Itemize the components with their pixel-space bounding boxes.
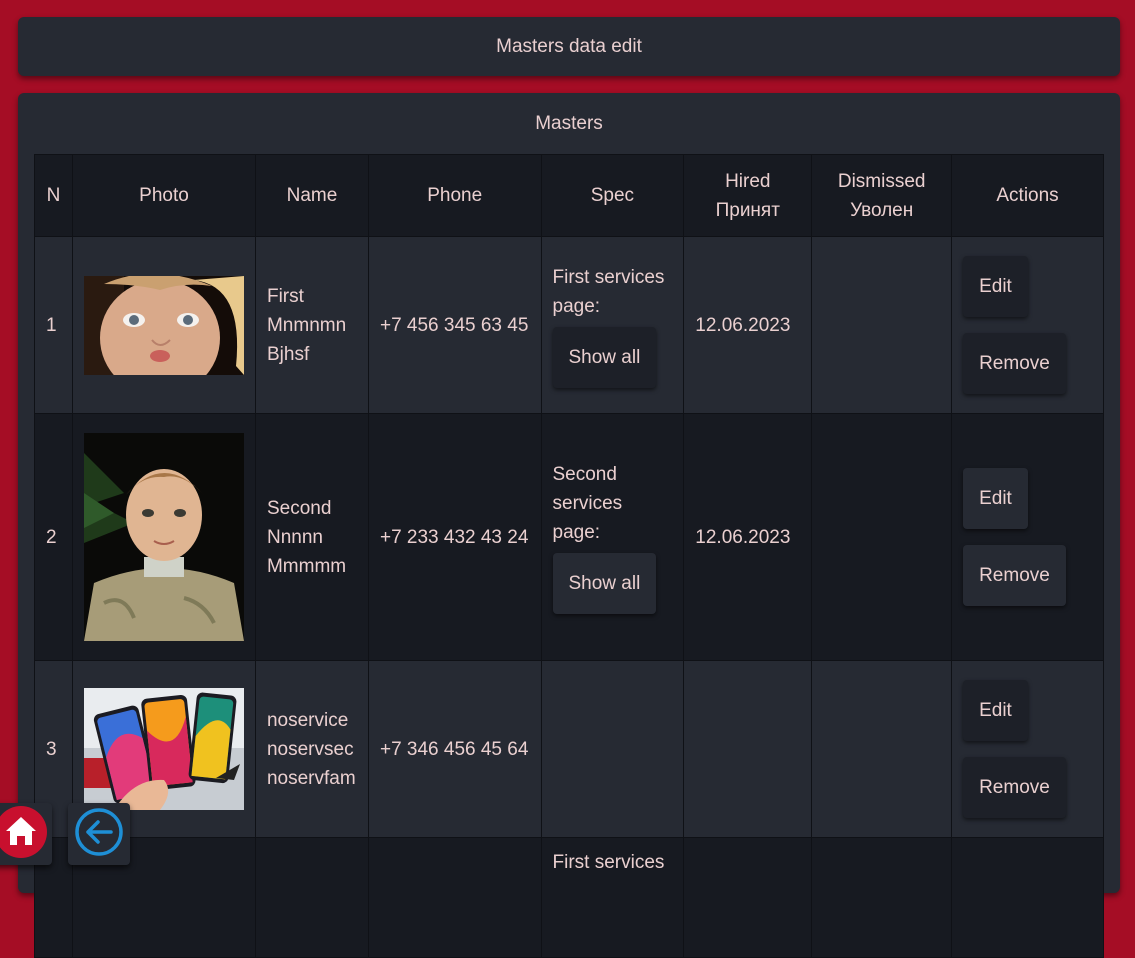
column-header-hired-en: Hired bbox=[725, 170, 771, 192]
smartphones-image bbox=[83, 688, 244, 810]
home-icon bbox=[0, 805, 48, 864]
master-photo bbox=[83, 433, 244, 641]
spec-text: page: bbox=[552, 295, 601, 317]
column-header-n: N bbox=[34, 154, 73, 237]
column-header-dismissed: Dismissed Уволен bbox=[811, 154, 953, 237]
masters-table: N Photo Name Phone Spec Hired Принят Dis… bbox=[34, 154, 1104, 958]
spec-text: Second bbox=[552, 464, 617, 485]
spec-text: services bbox=[552, 493, 623, 514]
section-title: Masters bbox=[535, 113, 603, 134]
column-header-phone: Phone bbox=[367, 154, 542, 237]
hired-cell: 12.06.2023 bbox=[683, 236, 813, 414]
name-line: noservsec bbox=[266, 738, 354, 760]
column-header-name: Name bbox=[254, 154, 369, 237]
table-row: First services bbox=[34, 837, 1104, 958]
dismissed-cell bbox=[811, 660, 953, 838]
dismissed-cell bbox=[811, 837, 953, 958]
phone-cell: +7 346 456 45 64 bbox=[367, 660, 542, 838]
remove-button[interactable]: Remove bbox=[963, 545, 1066, 606]
actions-cell: Edit Remove bbox=[951, 236, 1104, 414]
phone-cell: +7 456 345 63 45 bbox=[367, 236, 542, 414]
name-line: Second bbox=[266, 497, 332, 519]
name-line: Bjhsf bbox=[266, 343, 310, 365]
spec-cell: First services bbox=[540, 837, 685, 958]
remove-button[interactable]: Remove bbox=[963, 333, 1066, 394]
spec-cell: First services page: Show all bbox=[540, 236, 685, 414]
row-number: 1 bbox=[34, 236, 73, 414]
page-header: Masters data edit bbox=[18, 17, 1120, 76]
dismissed-cell bbox=[811, 413, 953, 661]
actions-cell: Edit Remove bbox=[951, 413, 1104, 661]
photo-cell bbox=[71, 413, 256, 661]
name-line: Mmmmm bbox=[266, 555, 347, 577]
table-row: 3 noservice noservsec noservfam +7 346 4… bbox=[34, 660, 1104, 838]
dismissed-cell bbox=[811, 236, 953, 414]
phone-cell bbox=[367, 837, 542, 958]
table-header-row: N Photo Name Phone Spec Hired Принят Dis… bbox=[34, 154, 1104, 237]
spec-cell bbox=[540, 660, 685, 838]
page-title: Masters data edit bbox=[496, 35, 642, 57]
row-number: 2 bbox=[34, 413, 73, 661]
actions-cell: Edit Remove bbox=[951, 660, 1104, 838]
column-header-dismissed-ru: Уволен bbox=[850, 199, 914, 221]
name-line: First bbox=[266, 285, 304, 307]
phone-cell: +7 233 432 43 24 bbox=[367, 413, 542, 661]
name-cell: noservice noservsec noservfam bbox=[254, 660, 369, 838]
spec-text: page: bbox=[552, 522, 601, 543]
show-all-button[interactable]: Show all bbox=[552, 326, 657, 388]
boy-portrait-image bbox=[83, 433, 244, 641]
column-header-hired: Hired Принят bbox=[683, 154, 813, 237]
name-cell bbox=[254, 837, 369, 958]
hired-cell bbox=[683, 660, 813, 838]
master-photo bbox=[83, 275, 244, 375]
hired-cell: 12.06.2023 bbox=[683, 413, 813, 661]
hired-cell bbox=[683, 837, 813, 958]
edit-button[interactable]: Edit bbox=[963, 468, 1028, 529]
child-portrait-image bbox=[83, 275, 244, 375]
name-line: Mnmnmn bbox=[266, 314, 347, 336]
spec-text: First services bbox=[552, 266, 665, 288]
column-header-hired-ru: Принят bbox=[715, 199, 780, 221]
column-header-spec: Spec bbox=[540, 154, 685, 237]
column-header-dismissed-en: Dismissed bbox=[837, 170, 926, 192]
masters-card: Masters N Photo Name Phone Spec Hired Пр… bbox=[18, 93, 1120, 958]
remove-button[interactable]: Remove bbox=[963, 757, 1066, 818]
arrow-left-circle-icon bbox=[74, 807, 124, 862]
actions-cell bbox=[951, 837, 1104, 958]
name-line: noservfam bbox=[266, 767, 356, 789]
edit-button[interactable]: Edit bbox=[963, 680, 1028, 741]
column-header-photo: Photo bbox=[71, 154, 256, 237]
name-line: Nnnnn bbox=[266, 526, 323, 548]
home-button[interactable] bbox=[0, 803, 52, 865]
table-row: 2 Second Nnnnn Mmmmm +7 233 432 43 24 Se… bbox=[34, 413, 1104, 661]
edit-button[interactable]: Edit bbox=[963, 256, 1028, 317]
name-cell: Second Nnnnn Mmmmm bbox=[254, 413, 369, 661]
name-cell: First Mnmnmn Bjhsf bbox=[254, 236, 369, 414]
back-button[interactable] bbox=[68, 803, 130, 865]
name-line: noservice bbox=[266, 709, 349, 731]
column-header-actions: Actions bbox=[951, 154, 1104, 237]
spec-cell: Second services page: Show all bbox=[540, 413, 685, 661]
photo-cell bbox=[71, 236, 256, 414]
table-row: 1 First Mnmnmn Bjhsf +7 456 345 63 45 Fi… bbox=[34, 236, 1104, 414]
show-all-button[interactable]: Show all bbox=[552, 553, 657, 614]
spec-text: First services bbox=[552, 852, 665, 873]
master-photo bbox=[83, 688, 244, 810]
